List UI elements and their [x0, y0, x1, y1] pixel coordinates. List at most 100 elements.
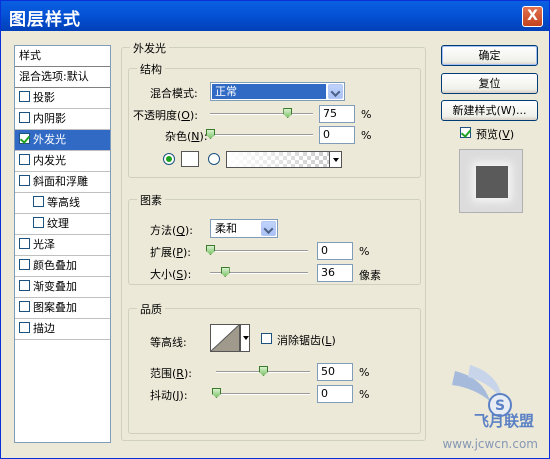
style-item[interactable]: 外发光: [15, 130, 110, 151]
style-item-checkbox[interactable]: [33, 217, 44, 228]
structure-group: 结构 混合模式: 正常 不透明度(O): 75 % 杂色(N): 0 %: [128, 61, 421, 178]
opacity-slider-thumb[interactable]: [283, 108, 293, 118]
style-item[interactable]: 斜面和浮雕: [15, 172, 110, 193]
style-item-checkbox[interactable]: [19, 154, 30, 165]
reset-button[interactable]: 复位: [441, 73, 538, 94]
spread-slider-track[interactable]: [210, 250, 308, 252]
preview-swatch: [476, 166, 508, 198]
blend-mode-select[interactable]: 正常: [210, 82, 345, 101]
technique-select[interactable]: 柔和: [210, 219, 278, 238]
watermark-site: www.jcwcn.com: [442, 437, 538, 451]
style-item-label: 内阴影: [33, 112, 66, 125]
style-item[interactable]: 描边: [15, 319, 110, 340]
ok-button[interactable]: 确定: [441, 45, 538, 66]
jitter-unit: %: [359, 388, 370, 401]
style-item-checkbox[interactable]: [19, 91, 30, 102]
spread-input[interactable]: 0: [317, 242, 353, 260]
size-input[interactable]: 36: [317, 264, 353, 282]
size-slider-thumb[interactable]: [220, 267, 230, 277]
style-item-label: 外发光: [33, 133, 66, 146]
style-item[interactable]: 图案叠加: [15, 298, 110, 319]
contour-label: 等高线:: [150, 336, 187, 349]
blend-mode-value: 正常: [212, 84, 326, 99]
styles-header[interactable]: 样式: [15, 46, 110, 67]
chevron-down-icon[interactable]: [261, 221, 276, 236]
opacity-input[interactable]: 75: [319, 105, 355, 123]
styles-list: 样式 混合选项:默认 投影内阴影外发光内发光斜面和浮雕等高线纹理光泽颜色叠加渐变…: [14, 45, 111, 443]
blending-options-item[interactable]: 混合选项:默认: [15, 67, 110, 88]
style-item-label: 投影: [33, 91, 55, 104]
gradient-dropdown-icon[interactable]: [329, 152, 341, 167]
spread-label: 扩展(P):: [150, 246, 191, 259]
style-item-label: 描边: [33, 322, 55, 335]
new-style-button[interactable]: 新建样式(W)...: [441, 100, 538, 121]
opacity-label: 不透明度(O):: [133, 109, 198, 122]
style-item-checkbox[interactable]: [19, 322, 30, 333]
style-item-label: 图案叠加: [33, 301, 77, 314]
solid-color-radio[interactable]: [163, 153, 175, 165]
size-unit: 像素: [359, 269, 381, 282]
style-item[interactable]: 颜色叠加: [15, 256, 110, 277]
style-item[interactable]: 纹理: [15, 214, 110, 235]
style-item-label: 等高线: [47, 196, 80, 209]
glow-gradient-picker[interactable]: [226, 151, 342, 168]
style-item-checkbox[interactable]: [19, 175, 30, 186]
range-slider-thumb[interactable]: [259, 366, 268, 376]
style-item-label: 纹理: [47, 217, 69, 230]
opacity-slider-track[interactable]: [210, 113, 313, 115]
style-item-checkbox[interactable]: [19, 133, 30, 144]
style-item[interactable]: 光泽: [15, 235, 110, 256]
watermark-logo: S 飞月联盟 www.jcwcn.com: [420, 361, 540, 451]
close-button[interactable]: X: [522, 6, 543, 27]
glow-color-swatch[interactable]: [181, 151, 199, 167]
noise-unit: %: [361, 129, 372, 142]
contour-dropdown-icon[interactable]: [240, 324, 250, 352]
elements-group: 图素 方法(Q): 柔和 扩展(P): 0 % 大小(S): 36 像素: [128, 192, 421, 285]
style-item[interactable]: 内发光: [15, 151, 110, 172]
elements-title: 图素: [137, 192, 165, 208]
jitter-slider-thumb[interactable]: [212, 388, 221, 398]
style-item[interactable]: 内阴影: [15, 109, 110, 130]
style-item-label: 内发光: [33, 154, 66, 167]
range-input[interactable]: 50: [317, 363, 353, 381]
chevron-down-icon[interactable]: [328, 84, 343, 99]
style-item[interactable]: 投影: [15, 88, 110, 109]
style-item-label: 光泽: [33, 238, 55, 251]
style-item-label: 渐变叠加: [33, 280, 77, 293]
outer-glow-panel: 外发光 结构 混合模式: 正常 不透明度(O): 75 % 杂色(N): 0 %…: [121, 40, 431, 445]
style-item-checkbox[interactable]: [19, 301, 30, 312]
contour-preview[interactable]: [210, 324, 240, 352]
style-item-checkbox[interactable]: [33, 196, 44, 207]
noise-input[interactable]: 0: [319, 126, 355, 144]
jitter-input[interactable]: 0: [317, 385, 353, 403]
outer-glow-title: 外发光: [130, 40, 169, 56]
technique-label: 方法(Q):: [150, 224, 193, 237]
noise-slider-track[interactable]: [210, 134, 313, 136]
style-preview: [459, 149, 523, 213]
gradient-preview: [227, 152, 329, 167]
preview-checkbox[interactable]: [460, 127, 471, 138]
style-item-checkbox[interactable]: [19, 280, 30, 291]
title-bar[interactable]: 图层样式 X: [1, 1, 549, 31]
blend-mode-label: 混合模式:: [150, 87, 198, 100]
range-label: 范围(R):: [150, 367, 192, 380]
opacity-unit: %: [361, 108, 372, 121]
style-item-checkbox[interactable]: [19, 112, 30, 123]
style-item[interactable]: 等高线: [15, 193, 110, 214]
style-item-checkbox[interactable]: [19, 259, 30, 270]
watermark-brand: 飞月联盟: [473, 412, 534, 430]
contour-curve-icon: [211, 325, 239, 351]
technique-value: 柔和: [215, 222, 237, 235]
style-item-checkbox[interactable]: [19, 238, 30, 249]
spread-unit: %: [359, 245, 370, 258]
anti-alias-checkbox[interactable]: [261, 333, 272, 344]
spread-slider-thumb[interactable]: [206, 245, 215, 255]
range-unit: %: [359, 366, 370, 379]
quality-group: 品质 等高线: 消除锯齿(L) 范围(R): 50 % 抖动(J): 0 %: [128, 301, 421, 434]
preview-label: 预览(V): [476, 128, 515, 141]
style-item[interactable]: 渐变叠加: [15, 277, 110, 298]
noise-label: 杂色(N):: [165, 130, 208, 143]
layer-style-dialog: 图层样式 X 样式 混合选项:默认 投影 内阴影 外发光 内发光 斜面和浮雕 等高线 纹理光…: [0, 0, 550, 459]
jitter-slider-track[interactable]: [216, 393, 310, 395]
gradient-radio[interactable]: [208, 153, 220, 165]
